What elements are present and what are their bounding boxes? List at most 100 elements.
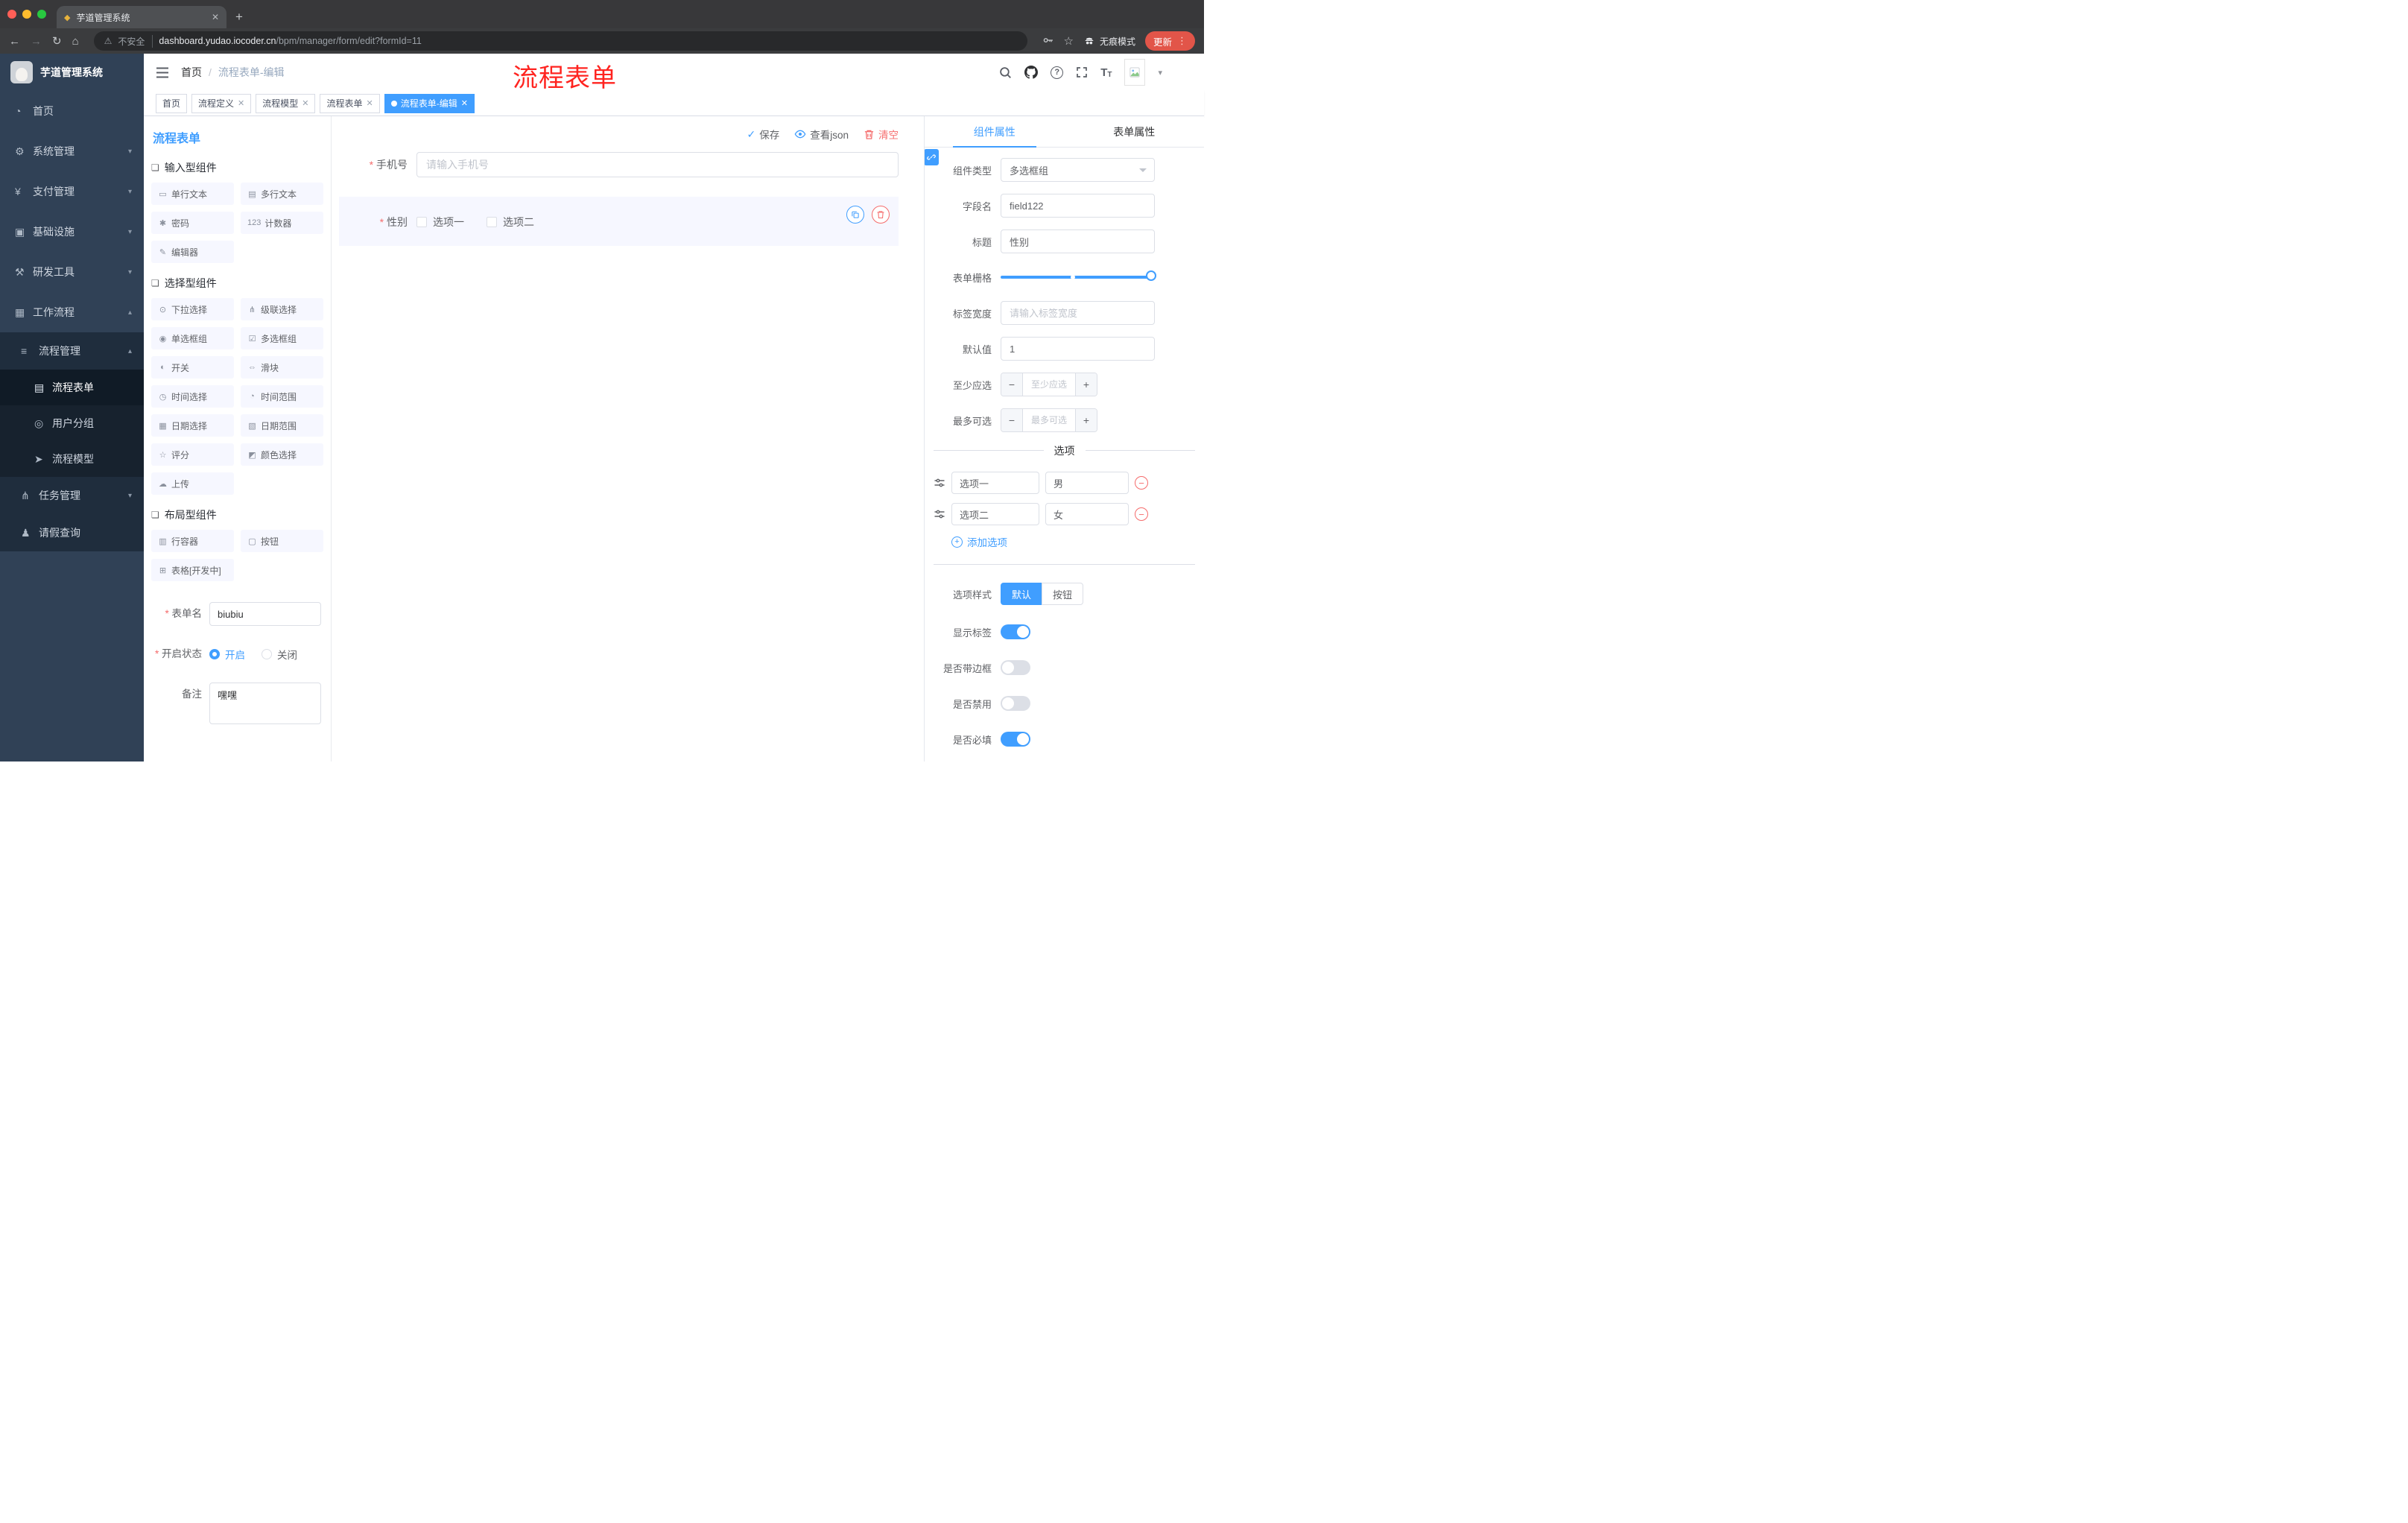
default-value-input[interactable] [1001,337,1155,361]
sidebar-item-devtools[interactable]: ⚒ 研发工具 ▾ [0,252,144,292]
minimize-window-button[interactable] [22,10,31,19]
key-icon[interactable] [1042,34,1054,48]
tab-form-props[interactable]: 表单属性 [1065,116,1205,147]
tag-process-model[interactable]: 流程模型 [256,93,316,113]
border-toggle[interactable] [1001,660,1030,675]
sidebar-toggle-icon[interactable] [144,54,181,91]
selected-widget-gender[interactable]: 性别 选项一 选项二 [339,197,899,246]
component-chip-date-range[interactable]: ▧ 日期范围 [241,414,323,437]
save-button[interactable]: 保存 [747,127,779,142]
avatar-caret-icon[interactable]: ▾ [1158,68,1162,77]
sidebar-item-user-group[interactable]: ◎ 用户分组 [0,405,144,441]
close-icon[interactable] [238,98,244,108]
component-chip-time-picker[interactable]: ◷ 时间选择 [151,385,234,408]
style-button-button[interactable]: 按钮 [1042,583,1084,605]
browser-tab[interactable]: ◆ 芋道管理系统 ✕ [57,6,226,28]
view-json-button[interactable]: 查看json [794,127,849,142]
component-chip-select[interactable]: ⊙ 下拉选择 [151,298,234,320]
bookmark-star-icon[interactable]: ☆ [1064,36,1074,47]
component-chip-slider[interactable]: ⇔ 滑块 [241,356,323,379]
plus-button[interactable]: + [1076,373,1097,396]
minus-button[interactable]: − [1001,409,1022,431]
plus-button[interactable]: + [1076,409,1097,431]
address-bar[interactable]: ⚠ 不安全 dashboard.yudao.iocoder.cn/bpm/man… [93,31,1027,51]
disabled-toggle[interactable] [1001,696,1030,711]
component-type-select[interactable]: 多选框组 [1001,158,1155,182]
component-chip-password[interactable]: ✱ 密码 [151,212,234,234]
radio-closed[interactable]: 关闭 [262,647,297,662]
breadcrumb-home[interactable]: 首页 [181,65,202,80]
option-label-input[interactable] [951,472,1039,494]
sidebar-item-process-mgmt[interactable]: ≡ 流程管理 ▴ [0,332,144,370]
component-chip-cascader[interactable]: ⋔ 级联选择 [241,298,323,320]
tag-process-form[interactable]: 流程表单 [320,93,380,113]
browser-menu-icon[interactable]: ⋮ [1177,35,1187,47]
component-chip-multi-text[interactable]: ▤ 多行文本 [241,183,323,205]
github-icon[interactable] [1024,66,1039,79]
drag-handle-icon[interactable] [934,477,945,489]
component-chip-switch[interactable]: ◐ 开关 [151,356,234,379]
component-chip-row-container[interactable]: ▥ 行容器 [151,530,234,552]
option-value-input[interactable] [1045,472,1129,494]
copy-widget-button[interactable] [846,206,864,224]
component-chip-single-text[interactable]: ▭ 单行文本 [151,183,234,205]
grid-slider[interactable] [1001,265,1156,289]
component-chip-time-range[interactable]: ◔ 时间范围 [241,385,323,408]
field-name-input[interactable] [1001,194,1155,218]
remove-option-button[interactable] [1135,507,1148,521]
sidebar-item-home[interactable]: ◔ 首页 [0,91,144,131]
search-icon[interactable] [999,66,1012,79]
fullscreen-icon[interactable] [1076,66,1088,78]
reload-icon[interactable]: ↻ [52,36,62,47]
sidebar-item-process-model[interactable]: ➤ 流程模型 [0,441,144,477]
show-label-toggle[interactable] [1001,624,1030,639]
remove-option-button[interactable] [1135,476,1148,490]
close-window-button[interactable] [7,10,16,19]
label-width-input[interactable] [1001,301,1155,325]
component-chip-radio-group[interactable]: ◉ 单选框组 [151,327,234,349]
link-badge[interactable] [925,149,939,165]
help-icon[interactable] [1051,66,1064,79]
option-label-input[interactable] [951,503,1039,525]
tab-close-icon[interactable]: ✕ [212,12,219,22]
slider-track[interactable] [1001,270,1156,281]
forward-icon[interactable]: → [31,36,42,47]
component-chip-rate[interactable]: ☆ 评分 [151,443,234,466]
phone-input[interactable] [416,152,899,177]
component-chip-button[interactable]: ▢ 按钮 [241,530,323,552]
font-size-icon[interactable]: TT [1100,66,1112,79]
style-default-button[interactable]: 默认 [1001,583,1043,605]
close-icon[interactable] [461,98,468,108]
checkbox-option-2[interactable]: 选项二 [487,215,534,229]
sidebar-item-leave-query[interactable]: ♟ 请假查询 [0,514,144,551]
tag-process-definition[interactable]: 流程定义 [191,93,252,113]
component-chip-table[interactable]: ⊞ 表格[开发中] [151,559,234,581]
avatar[interactable] [1124,59,1146,86]
sidebar-item-infra[interactable]: ▣ 基础设施 ▾ [0,212,144,252]
component-chip-upload[interactable]: ☁ 上传 [151,472,234,495]
slider-handle[interactable] [1146,270,1156,281]
component-chip-editor[interactable]: ✎ 编辑器 [151,241,234,263]
tag-process-form-edit[interactable]: 流程表单-编辑 [384,93,475,113]
update-button[interactable]: 更新 ⋮ [1144,31,1195,51]
form-name-input[interactable] [209,602,321,626]
close-icon[interactable] [302,98,308,108]
zoom-window-button[interactable] [37,10,46,19]
new-tab-button[interactable]: + [235,10,243,25]
minus-button[interactable]: − [1001,373,1022,396]
radio-open[interactable]: 开启 [209,647,245,662]
required-toggle[interactable] [1001,732,1030,747]
component-chip-counter[interactable]: 123 计数器 [241,212,323,234]
sidebar-item-workflow[interactable]: ▦ 工作流程 ▴ [0,292,144,332]
tag-home[interactable]: 首页 [156,93,188,113]
back-icon[interactable]: ← [9,36,20,47]
drag-handle-icon[interactable] [934,508,945,520]
home-icon[interactable]: ⌂ [72,36,79,47]
tab-component-props[interactable]: 组件属性 [925,116,1065,147]
checkbox-option-1[interactable]: 选项一 [416,215,464,229]
clear-button[interactable]: 清空 [864,127,899,142]
form-remark-textarea[interactable]: 嘿嘿 [209,683,321,724]
sidebar-item-payment[interactable]: ¥ 支付管理 ▾ [0,171,144,212]
component-chip-checkbox-group[interactable]: ☑ 多选框组 [241,327,323,349]
add-option-button[interactable]: 添加选项 [951,534,1204,549]
